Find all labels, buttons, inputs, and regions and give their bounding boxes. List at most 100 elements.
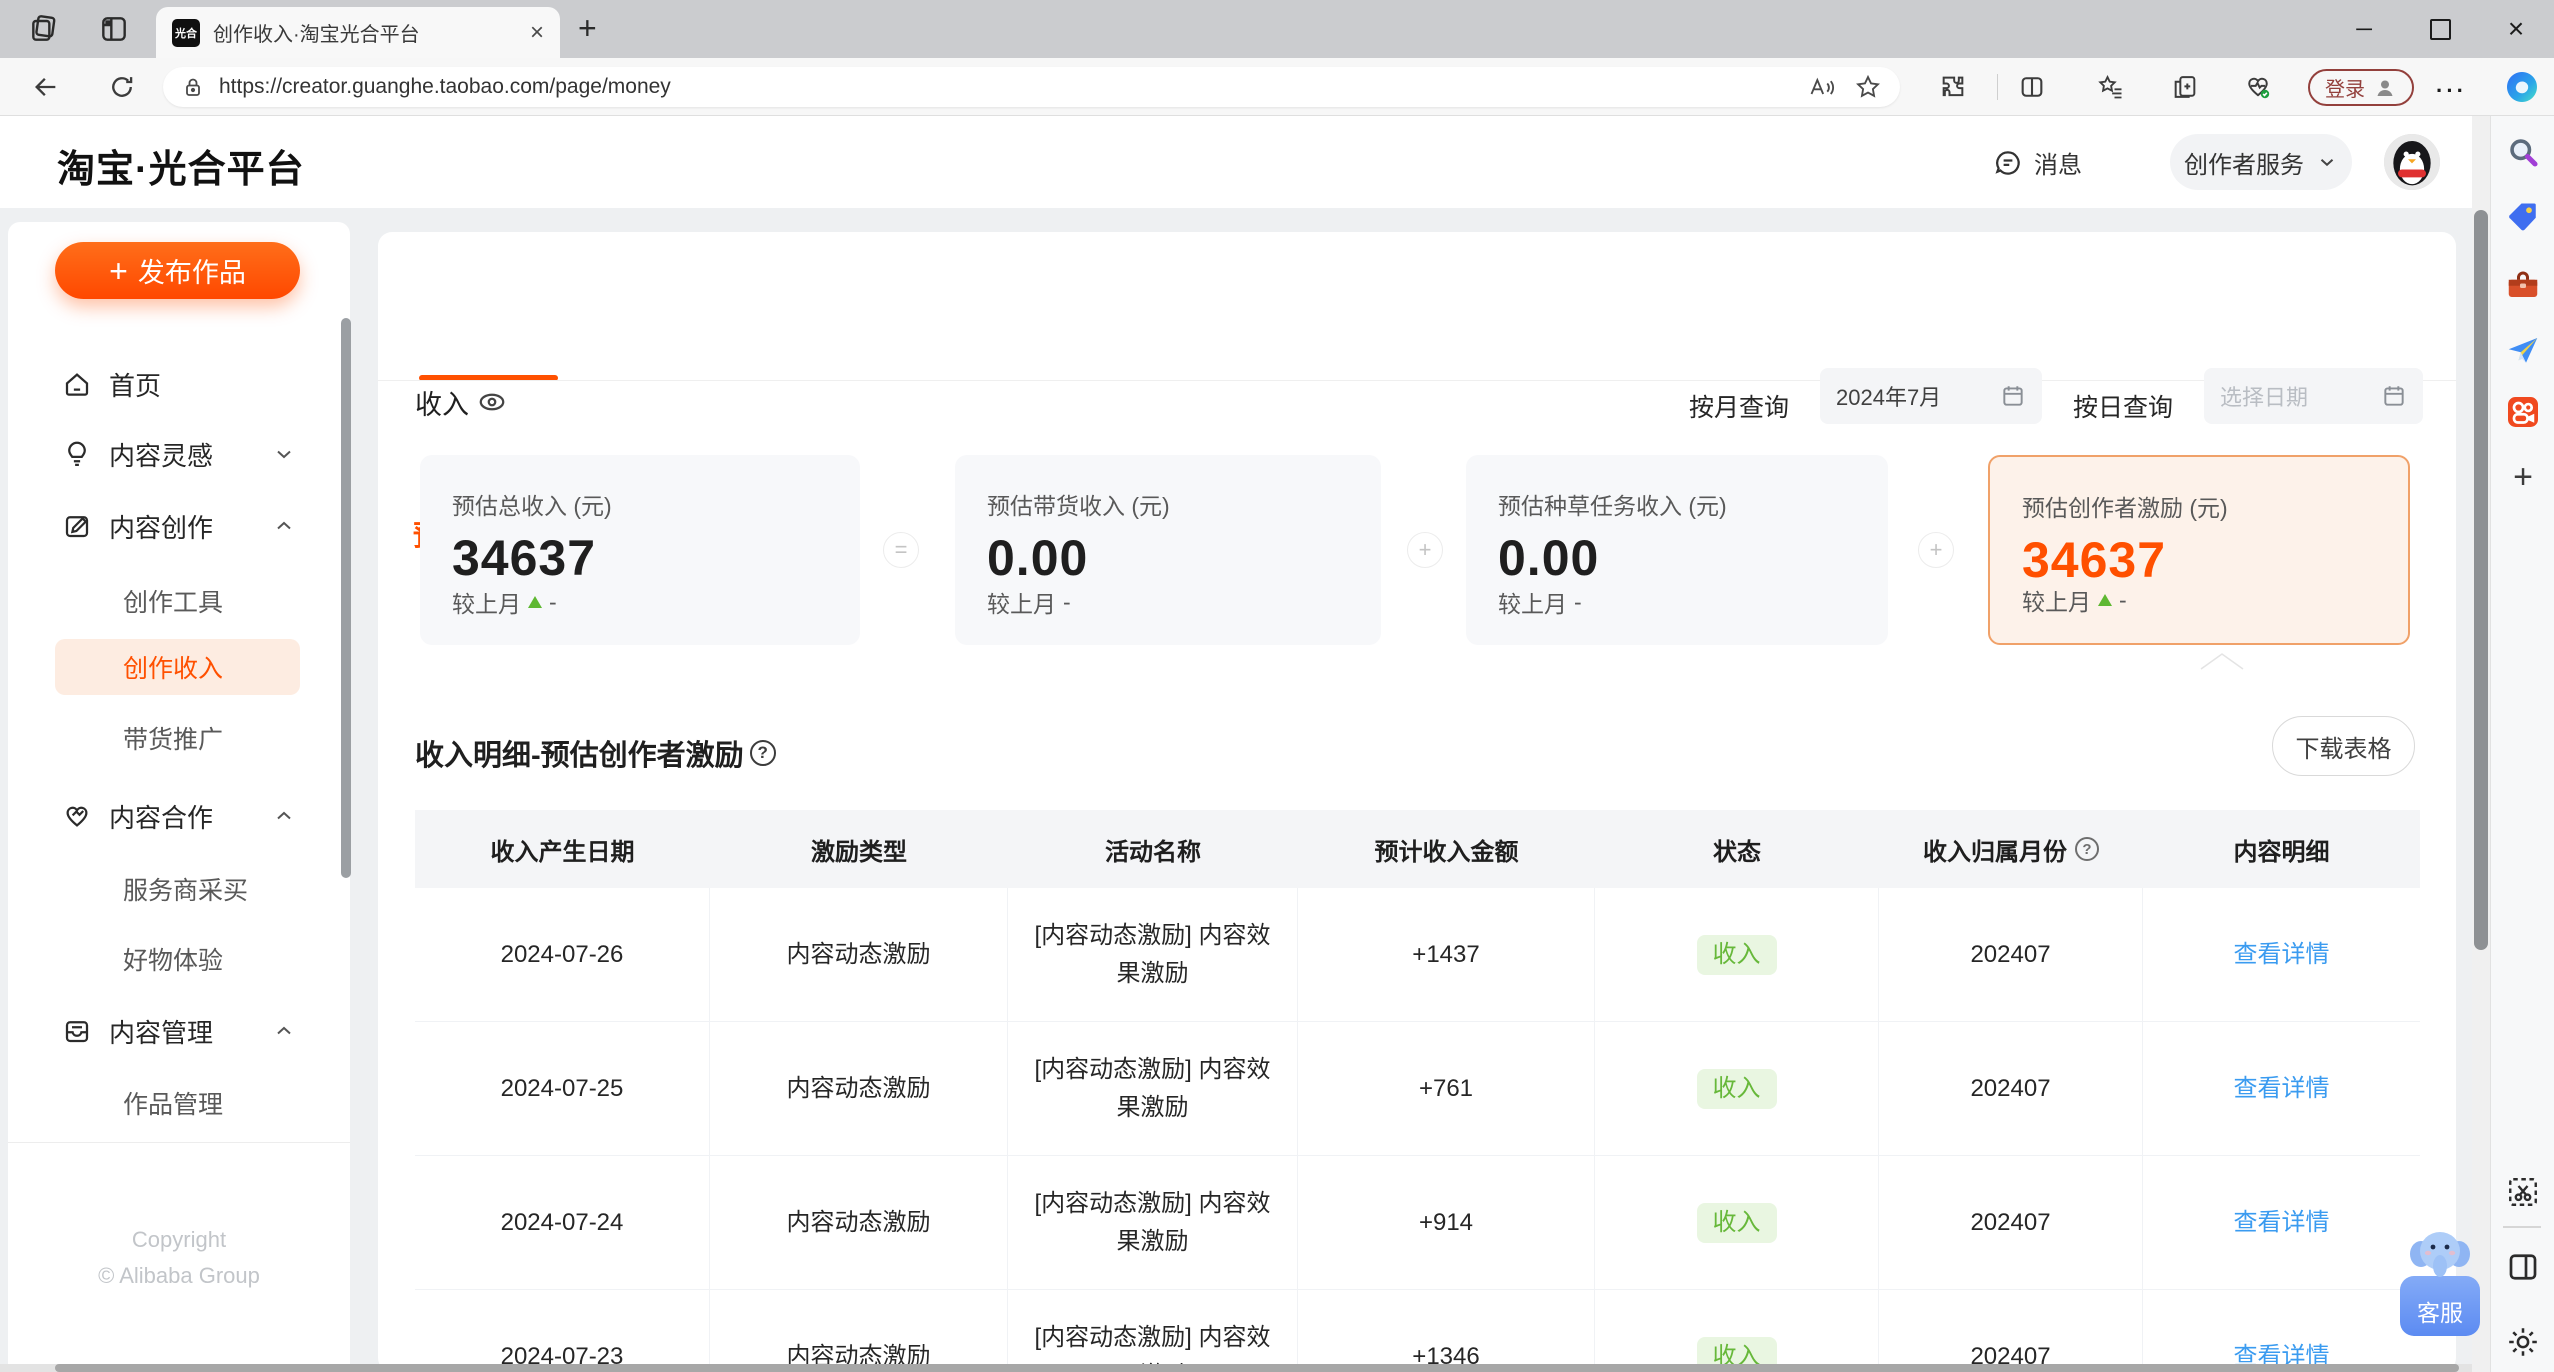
- workspaces-icon[interactable]: [28, 13, 60, 45]
- horizontal-scrollbar-thumb[interactable]: [55, 1364, 2459, 1372]
- toolbox-icon[interactable]: [2505, 267, 2541, 303]
- eye-icon[interactable]: [477, 387, 507, 417]
- copyright-line2: © Alibaba Group: [98, 1263, 260, 1288]
- publish-button[interactable]: + 发布作品: [55, 242, 300, 299]
- equals-operator: =: [883, 532, 919, 568]
- question-icon[interactable]: ?: [2075, 837, 2099, 861]
- sidebar-item-inspiration[interactable]: 内容灵感: [8, 419, 350, 489]
- sidebar-item-promotion[interactable]: 带货推广: [123, 709, 223, 767]
- support-badge[interactable]: 客服: [2400, 1276, 2480, 1336]
- question-icon[interactable]: ?: [749, 740, 776, 766]
- card-value: 0.00: [987, 530, 1089, 586]
- login-button[interactable]: 登录: [2308, 69, 2414, 106]
- lock-icon[interactable]: [181, 75, 205, 99]
- site-header: 淘宝·光合平台 消息 创作者服务: [0, 116, 2472, 208]
- card-label: 预估种草任务收入 (元): [1498, 493, 1727, 519]
- sidebar-item-creation[interactable]: 内容创作: [8, 491, 350, 561]
- address-bar[interactable]: https://creator.guanghe.taobao.com/page/…: [163, 67, 1900, 107]
- cell-type: 内容动态激励: [710, 1290, 1008, 1372]
- horizontal-scrollbar[interactable]: [0, 1364, 2472, 1372]
- sidebar-split-icon[interactable]: [2505, 1249, 2541, 1285]
- table-row: 2024-07-24 内容动态激励 [内容动态激励] 内容效果激励 +914 收…: [415, 1156, 2420, 1290]
- sidebar: + 发布作品 首页 内容灵感 内容创作 创作工具 创作收入 带货推广 内容合作 …: [8, 222, 351, 1364]
- card-creator-incentive[interactable]: 预估创作者激励 (元) 34637 较上月 -: [1988, 455, 2410, 645]
- sidebar-item-service-purchase[interactable]: 服务商采买: [123, 860, 248, 918]
- view-detail-link[interactable]: 查看详情: [2234, 1204, 2330, 1242]
- vertical-scrollbar-thumb[interactable]: [2474, 210, 2488, 950]
- sidebar-item-creation-tools[interactable]: 创作工具: [123, 572, 223, 630]
- compare-label: 较上月: [1498, 591, 1567, 617]
- browser-tab[interactable]: 光合 创作收入·淘宝光合平台 ×: [156, 7, 560, 58]
- gear-icon[interactable]: [2505, 1324, 2541, 1360]
- browser-essentials-icon[interactable]: [2244, 73, 2272, 101]
- copilot-icon[interactable]: [2504, 69, 2540, 105]
- plus-icon: +: [109, 252, 128, 289]
- cell-status: 收入: [1595, 888, 1879, 1021]
- sidebar-item-label: 服务商采买: [123, 877, 249, 905]
- view-detail-link[interactable]: 查看详情: [2234, 936, 2330, 974]
- web-capture-icon[interactable]: [2505, 1174, 2541, 1210]
- cell-month: 202407: [1879, 1290, 2143, 1372]
- trend-up-icon: [2098, 594, 2112, 606]
- sidebar-item-works-management[interactable]: 作品管理: [123, 1074, 223, 1132]
- date-picker[interactable]: 选择日期: [2204, 368, 2423, 424]
- refresh-icon[interactable]: [108, 73, 136, 101]
- month-picker[interactable]: 2024年7月: [1820, 368, 2042, 424]
- cell-activity: [内容动态激励] 内容效果激励: [1008, 888, 1298, 1021]
- customer-support-button[interactable]: 客服: [2400, 1232, 2480, 1340]
- card-seeding-task-income: 预估种草任务收入 (元) 0.00 较上月 -: [1466, 455, 1888, 645]
- tab-close-icon[interactable]: ×: [530, 19, 544, 47]
- handshake-icon: [62, 801, 92, 831]
- sidebar-item-product-trial[interactable]: 好物体验: [123, 930, 223, 988]
- paper-plane-icon[interactable]: [2505, 332, 2541, 368]
- messages-button[interactable]: 消息: [1993, 145, 2082, 180]
- creator-service-menu[interactable]: 创作者服务: [2170, 134, 2352, 190]
- sidebar-scrollbar[interactable]: [341, 318, 351, 878]
- support-label: 客服: [2417, 1300, 2463, 1326]
- browser-tabstrip: 光合 创作收入·淘宝光合平台 × + ─ ×: [0, 0, 2554, 58]
- publish-label: 发布作品: [137, 258, 246, 288]
- col-header-activity: 活动名称: [1105, 838, 1201, 866]
- sidebar-item-home[interactable]: 首页: [8, 349, 350, 419]
- extensions-icon[interactable]: [1939, 73, 1967, 101]
- download-table-button[interactable]: 下载表格: [2272, 716, 2415, 776]
- kuaishou-icon[interactable]: [2505, 394, 2541, 430]
- copyright-line1: Copyright: [131, 1227, 227, 1252]
- more-icon[interactable]: ···: [2436, 78, 2467, 104]
- sidebar-item-management[interactable]: 内容管理: [8, 996, 350, 1066]
- income-section-label: 收入: [415, 384, 507, 420]
- browser-toolbar: https://creator.guanghe.taobao.com/page/…: [0, 58, 2554, 116]
- user-avatar[interactable]: [2384, 134, 2440, 190]
- add-to-sidebar-icon[interactable]: +: [2505, 459, 2541, 495]
- sidebar-item-creation-income[interactable]: 创作收入: [123, 638, 223, 696]
- tab-layout-icon[interactable]: [98, 13, 130, 45]
- col-header-month: 收入归属月份?: [1879, 832, 2143, 867]
- split-screen-icon[interactable]: [2018, 73, 2046, 101]
- back-icon[interactable]: [32, 73, 60, 101]
- calendar-icon: [2381, 383, 2407, 409]
- cell-detail: 查看详情: [2143, 1022, 2420, 1155]
- cell-status: 收入: [1595, 1156, 1879, 1289]
- copyright: Copyright © Alibaba Group: [8, 1222, 350, 1294]
- creator-service-label: 创作者服务: [2184, 151, 2304, 179]
- main-panel: 预估收入 ? 结算记录 ? 收入 按月查询 2024年7月 按日查询 选择日期: [378, 232, 2456, 1372]
- favorites-icon[interactable]: [2097, 73, 2125, 101]
- new-tab-icon[interactable]: +: [578, 10, 597, 47]
- chevron-up-icon: [272, 514, 296, 538]
- shopping-tag-icon[interactable]: [2505, 199, 2541, 235]
- sidebar-item-cooperation[interactable]: 内容合作: [8, 781, 350, 851]
- status-badge: 收入: [1696, 934, 1777, 975]
- site-logo[interactable]: 淘宝·光合平台: [57, 138, 305, 193]
- calendar-icon: [2000, 383, 2026, 409]
- vertical-scrollbar[interactable]: [2472, 116, 2490, 1372]
- collections-icon[interactable]: [2171, 73, 2199, 101]
- view-detail-link[interactable]: 查看详情: [2234, 1070, 2330, 1108]
- url-text[interactable]: https://creator.guanghe.taobao.com/page/…: [219, 75, 1790, 99]
- window-close-icon[interactable]: ×: [2478, 0, 2554, 58]
- search-icon[interactable]: [2505, 134, 2541, 170]
- read-aloud-icon[interactable]: [1808, 73, 1836, 101]
- compare-delta: -: [1063, 588, 1071, 615]
- favorite-star-icon[interactable]: [1854, 73, 1882, 101]
- minimize-icon[interactable]: ─: [2326, 0, 2402, 58]
- maximize-icon[interactable]: [2402, 0, 2478, 58]
